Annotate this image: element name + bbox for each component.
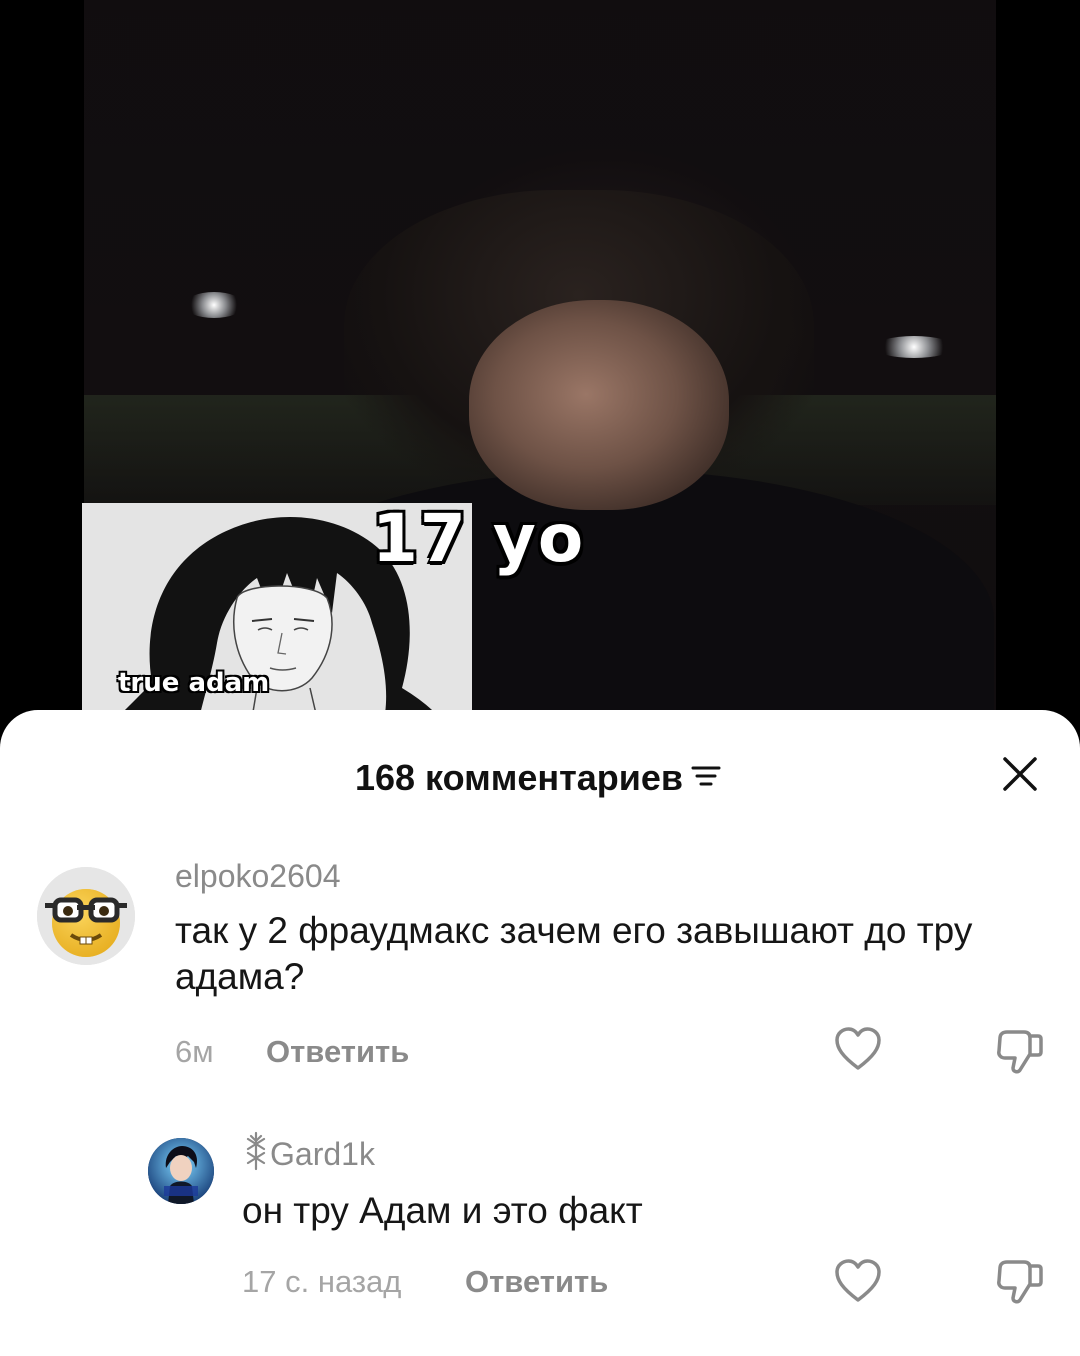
inset-caption: true adam — [118, 668, 270, 698]
dislike-icon[interactable] — [994, 1258, 1044, 1311]
nerd-emoji-icon — [37, 867, 135, 965]
heart-icon[interactable] — [834, 1026, 882, 1077]
comment-username-row[interactable]: Gard1k — [242, 1131, 375, 1180]
anime-character-icon — [148, 1138, 214, 1204]
comments-header: 168 комментариев — [0, 758, 1080, 800]
person-face — [469, 300, 729, 510]
reply-button[interactable]: Ответить — [465, 1264, 608, 1300]
dislike-icon[interactable] — [994, 1028, 1044, 1081]
reply-button[interactable]: Ответить — [266, 1034, 409, 1070]
comment-time: 17 с. назад — [242, 1264, 402, 1299]
comment-username: Gard1k — [270, 1135, 375, 1172]
comment-time: 6м — [175, 1034, 214, 1069]
avatar[interactable] — [148, 1138, 214, 1204]
comments-sheet: 168 комментариев — [0, 710, 1080, 1356]
filter-lines-icon[interactable] — [691, 757, 721, 797]
street-light — [184, 292, 244, 318]
comment-username[interactable]: elpoko2604 — [175, 858, 340, 894]
heart-icon[interactable] — [834, 1258, 882, 1309]
street-light — [874, 336, 954, 358]
comments-count-title: 168 комментариев — [354, 757, 684, 798]
close-icon[interactable] — [998, 752, 1042, 796]
comment-text: так у 2 фраудмакс зачем его завышают до … — [175, 910, 973, 997]
berserk-brand-icon — [242, 1131, 270, 1178]
avatar[interactable] — [37, 867, 135, 965]
video-player[interactable]: true adam 17 yo — [0, 0, 1080, 740]
video-overlay-text: 17 yo — [372, 500, 586, 577]
comment-text: он тру Адам и это факт — [242, 1190, 643, 1231]
